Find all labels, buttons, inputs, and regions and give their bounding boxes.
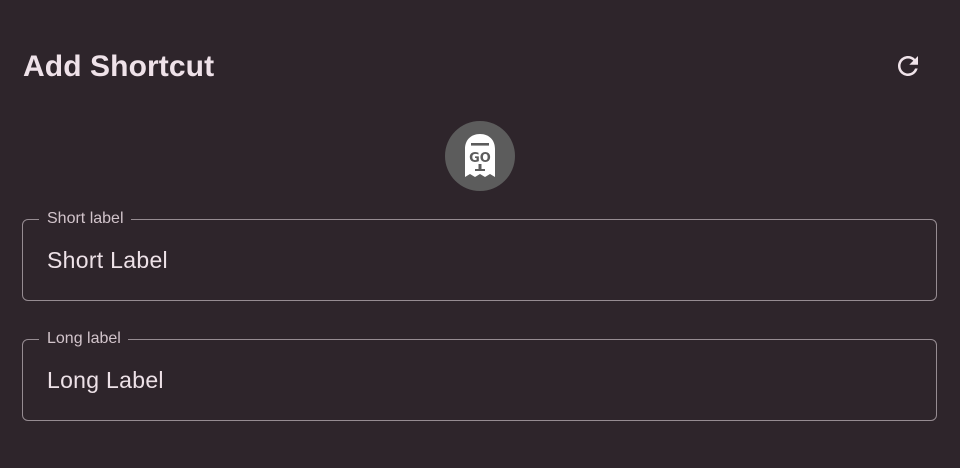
shortcut-icon-picker[interactable]: GO [445, 121, 515, 191]
refresh-icon [898, 56, 918, 76]
page-title: Add Shortcut [23, 50, 215, 83]
short-label-input[interactable] [47, 243, 907, 277]
refresh-button[interactable] [884, 42, 932, 90]
long-label-caption: Long label [39, 329, 128, 349]
short-label-caption: Short label [39, 209, 131, 229]
add-shortcut-dialog: Add Shortcut GO Short label Long label [0, 0, 960, 468]
ghost-go-icon: GO [465, 134, 495, 177]
long-label-input[interactable] [47, 363, 907, 397]
ghost-go-text: GO [469, 151, 491, 166]
short-label-field[interactable]: Short label [22, 209, 937, 301]
long-label-field[interactable]: Long label [22, 329, 937, 421]
